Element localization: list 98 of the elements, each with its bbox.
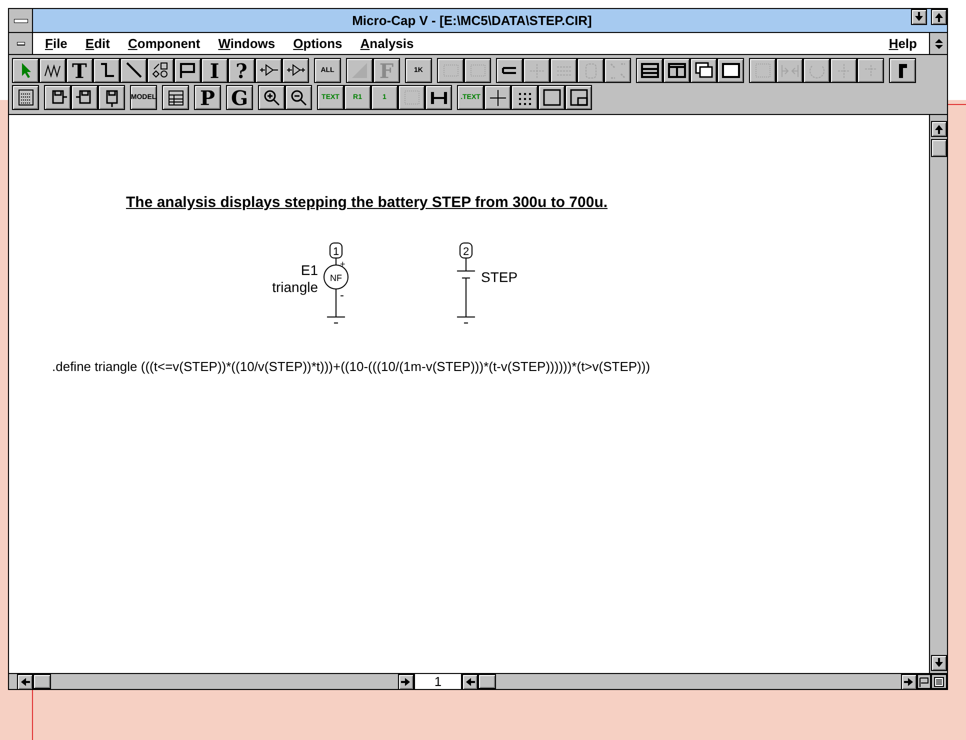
scroll-thumb[interactable] (478, 674, 496, 689)
toolbar-button[interactable] (889, 58, 916, 83)
line-icon (124, 60, 144, 80)
arrow-icon (934, 12, 944, 22)
toolbar-button[interactable] (120, 58, 147, 83)
maximize-button[interactable] (931, 9, 947, 25)
source-symbol-text: NF (330, 273, 342, 283)
toolbar-button[interactable]: P (194, 85, 221, 110)
toolbar-button[interactable] (255, 58, 282, 83)
toolbar-button[interactable] (425, 85, 452, 110)
component-name: STEP (481, 269, 518, 285)
arrow-icon (20, 676, 30, 686)
toolbar-button[interactable] (511, 85, 538, 110)
square-icon (542, 88, 562, 108)
arrow-icon (465, 676, 475, 686)
plus-sign: + (340, 259, 346, 269)
window-icon (720, 60, 740, 80)
arrow-icon (934, 124, 944, 134)
toolbar-button[interactable] (147, 58, 174, 83)
toolbar-button[interactable] (98, 85, 125, 110)
plus-icon (488, 88, 508, 108)
minus-sign: - (340, 288, 344, 302)
menu-item[interactable]: Edit (85, 34, 110, 54)
toolbar-button[interactable] (717, 58, 744, 83)
scroll-right-button[interactable] (398, 674, 414, 690)
scroll-up-button[interactable] (930, 121, 946, 137)
minus-icon (14, 18, 28, 22)
toolbar-button[interactable] (12, 85, 39, 110)
menu-item[interactable]: File (45, 34, 68, 54)
zoom-out-icon (288, 88, 308, 108)
toolbar-button[interactable] (690, 58, 717, 83)
scroll-right-button[interactable] (901, 674, 917, 690)
arrow-icon (934, 658, 944, 668)
node-label: 2 (462, 246, 470, 258)
node-label: 1 (332, 246, 340, 258)
restore-button[interactable] (929, 33, 947, 54)
scroll-left-button[interactable] (17, 674, 33, 690)
rows-icon (640, 60, 660, 80)
scroll-down-button[interactable] (930, 655, 946, 671)
menu-item[interactable]: Component (128, 34, 200, 54)
calculator-icon (16, 88, 36, 108)
system-menu-button[interactable] (9, 9, 33, 32)
toolbar-button[interactable] (174, 58, 201, 83)
columns-icon (666, 60, 686, 80)
toolbar-button[interactable] (663, 58, 690, 83)
toolbar-button[interactable] (538, 85, 565, 110)
scroll-left-button[interactable] (462, 674, 478, 690)
toolbar-button[interactable] (496, 58, 523, 83)
toolbar-button[interactable]: T (66, 58, 93, 83)
scroll-thumb[interactable] (33, 674, 51, 689)
toolbar-button[interactable] (162, 85, 189, 110)
document-menu-button[interactable] (9, 33, 33, 54)
select-grid-icon (402, 88, 422, 108)
table-icon (166, 88, 186, 108)
arrow-icon (904, 676, 914, 686)
flag-button[interactable] (917, 674, 931, 689)
window-title: Micro-Cap V - [E:\MC5\DATA\STEP.CIR] (352, 12, 592, 30)
vertical-scrollbar[interactable] (929, 115, 947, 673)
up-down-icon (934, 38, 944, 50)
toolbar-button[interactable] (93, 58, 120, 83)
menu-item[interactable]: Help (888, 34, 917, 54)
hatch-icon (350, 60, 370, 80)
define-statement: .define triangle (((t<=v(STEP))*((10/v(STEP))*t)))+((10-(((10/(1m-v(STEP)))*(t-v(STEP))))))*(t>v(STEP))) (52, 359, 650, 374)
flag-icon (178, 60, 198, 80)
zoom-in-icon (262, 88, 282, 108)
toolbar-button[interactable] (12, 58, 39, 83)
scroll-thumb[interactable] (930, 139, 946, 157)
toolbar-button[interactable] (258, 85, 285, 110)
window-small-icon (568, 88, 588, 108)
menu-item[interactable]: Options (293, 34, 342, 54)
toolbar-button[interactable]: G (226, 85, 253, 110)
list-button[interactable] (931, 674, 947, 689)
menu-item[interactable]: Windows (218, 34, 276, 54)
minimize-button[interactable] (911, 9, 927, 25)
toolbar-button[interactable] (39, 58, 66, 83)
toolbar-button[interactable] (636, 58, 663, 83)
toolbar-button[interactable] (282, 58, 309, 83)
cascade-icon (694, 60, 714, 80)
shapes-icon (150, 60, 170, 80)
minus-icon (16, 42, 24, 46)
toolbar-button[interactable] (71, 85, 98, 110)
component-value: triangle (272, 279, 318, 295)
page-number: 1 (414, 674, 462, 689)
flag-icon (919, 676, 929, 686)
toolbar-button[interactable] (565, 85, 592, 110)
corners-icon (608, 60, 628, 80)
arrow-icon (914, 12, 924, 22)
heading-text: The analysis displays stepping the battery STEP from 300u to 700u. (126, 194, 608, 211)
toolbar-button[interactable] (44, 85, 71, 110)
select-grid-icon (752, 60, 772, 80)
toolbar-button[interactable]: I (201, 58, 228, 83)
arrow-icon (401, 676, 411, 686)
toolbar-button[interactable] (285, 85, 312, 110)
list-icon (934, 676, 944, 686)
toolbar-button[interactable] (484, 85, 511, 110)
toolbar-button[interactable]: ? (228, 58, 255, 83)
component-name: E1 (300, 262, 318, 278)
menu-item[interactable]: Analysis (360, 34, 414, 54)
